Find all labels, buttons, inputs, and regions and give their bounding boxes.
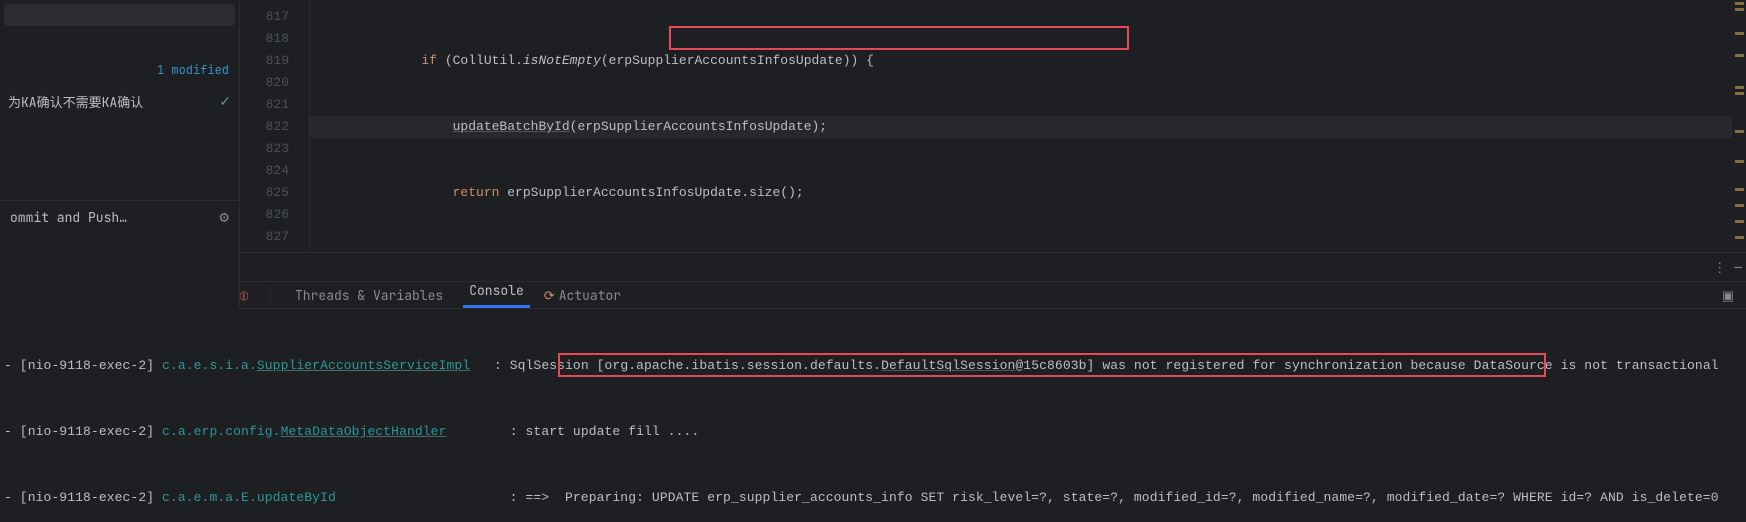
tab-console[interactable]: Console bbox=[463, 282, 530, 308]
commit-push-label: ommit and Push… bbox=[10, 209, 127, 226]
tool-window-tabs: RPApplication × ⋮ — bbox=[0, 252, 1746, 282]
line-gutter: 817 818 819 820 821 822 823 824 825 826⟳… bbox=[240, 0, 310, 252]
code-editor[interactable]: 817 818 819 820 821 822 823 824 825 826⟳… bbox=[240, 0, 1746, 252]
line-number: 820 bbox=[240, 72, 289, 94]
more-icon[interactable]: ⋮ bbox=[1713, 259, 1726, 276]
filter-input[interactable] bbox=[4, 4, 235, 26]
line-number: 824 bbox=[240, 160, 289, 182]
line-number: 817 bbox=[240, 6, 289, 28]
debug-toolbar: ↻ ■ ⇱ ↧ ↥ ⦸ ⦶ Threads & Variables Consol… bbox=[0, 282, 1746, 309]
line-number: 826⟳ bbox=[240, 204, 289, 226]
changed-file-label: 为KA确认不需要KA确认 bbox=[8, 92, 143, 111]
line-number: 823 bbox=[240, 138, 289, 160]
line-number: 822 bbox=[240, 116, 289, 138]
gear-icon[interactable]: ⚙ bbox=[218, 209, 230, 226]
line-number: 825 bbox=[240, 182, 289, 204]
refresh-icon: ⟳ bbox=[544, 287, 555, 304]
code-area[interactable]: if (CollUtil.isNotEmpty(erpSupplierAccou… bbox=[310, 0, 1746, 252]
line-number: 819 bbox=[240, 50, 289, 72]
minimize-icon[interactable]: — bbox=[1734, 259, 1742, 276]
modified-count[interactable]: 1 modified bbox=[157, 62, 229, 78]
changed-file-row[interactable]: 为KA确认不需要KA确认 ✓ bbox=[0, 88, 239, 115]
tab-threads[interactable]: Threads & Variables bbox=[289, 287, 449, 304]
line-number: 818 bbox=[240, 28, 289, 50]
console-output[interactable]: - [nio-9118-exec-2] c.a.e.s.i.a.Supplier… bbox=[0, 309, 1746, 522]
line-number: 821 bbox=[240, 94, 289, 116]
commit-push-bar[interactable]: ommit and Push… ⚙ bbox=[0, 200, 240, 234]
tab-actuator[interactable]: ⟳ Actuator bbox=[544, 287, 621, 304]
line-number: 827 bbox=[240, 226, 289, 248]
check-icon: ✓ bbox=[219, 93, 231, 111]
editor-marks-stripe[interactable] bbox=[1732, 0, 1746, 252]
layout-icon[interactable]: ▣ bbox=[1720, 287, 1736, 304]
